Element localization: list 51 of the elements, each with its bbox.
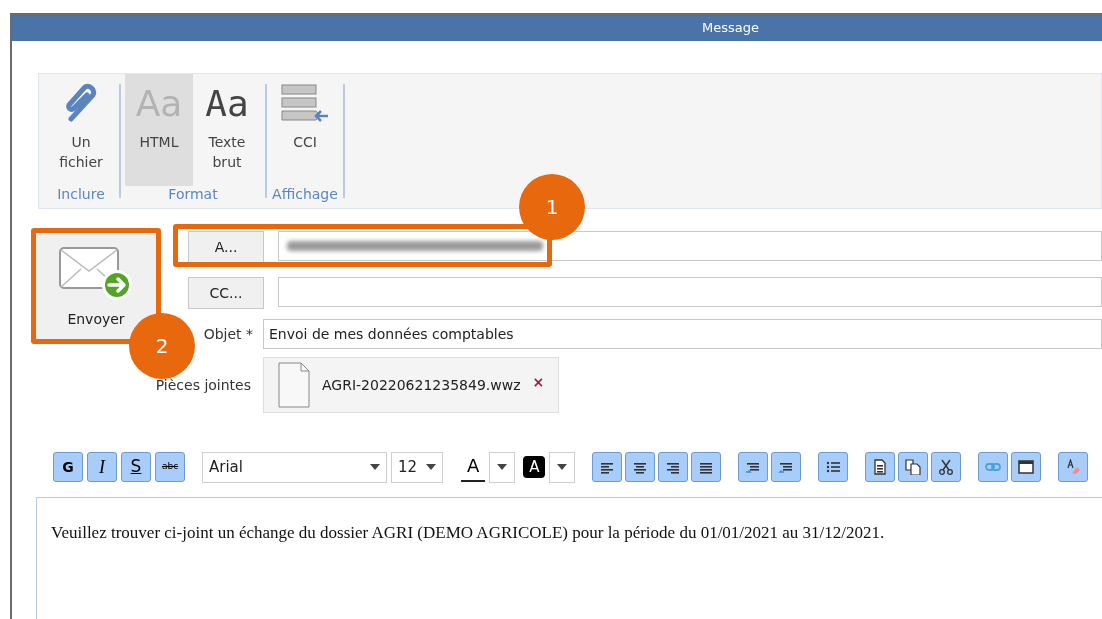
toolbar-button[interactable]: [592, 452, 623, 482]
caret-icon: [557, 464, 568, 470]
style-button[interactable]: abc: [155, 452, 185, 482]
bullet-list-icon: [825, 459, 842, 475]
style-button[interactable]: G: [53, 452, 83, 482]
toolbar-button[interactable]: [818, 452, 849, 482]
file-name: AGRI-20220621235849.wwz: [322, 375, 521, 395]
toolbar-button[interactable]: [625, 452, 656, 482]
ribbon-button[interactable]: Aa Texte brut: [193, 74, 261, 186]
toolbar-button[interactable]: [865, 452, 896, 482]
remove-button[interactable]: ×: [532, 371, 545, 393]
recipient-field[interactable]: [278, 231, 1102, 261]
image-icon: [1018, 459, 1035, 475]
style-button[interactable]: S: [121, 452, 151, 482]
caret-icon: [497, 464, 508, 470]
dropdown-button[interactable]: [549, 451, 576, 483]
clear-format-icon: [1065, 459, 1082, 475]
message-text: Veuillez trouver ci-joint un échange du dossier AGRI (DEMO AGRICOLE) pour la période du 01/01/2021 au 31/12/2021.: [51, 522, 886, 544]
dropdown-button[interactable]: [489, 451, 516, 483]
text-color-button[interactable]: A: [461, 452, 486, 482]
size-dropdown[interactable]: 12: [391, 451, 443, 483]
subject-label: Objet *: [202, 324, 254, 344]
caret-icon: [426, 464, 436, 470]
ribbon-button[interactable]: Un fichier: [47, 74, 115, 186]
caret-icon: [370, 464, 380, 470]
toolbar-button[interactable]: [691, 452, 722, 482]
highlight-color-button[interactable]: A: [523, 456, 546, 478]
callout-badge: 2: [129, 313, 195, 379]
window-title: Message: [702, 19, 759, 38]
format-glyph: Aa: [205, 86, 249, 122]
cut-icon: [938, 459, 955, 475]
group-label: Format: [168, 185, 218, 204]
subject-field[interactable]: Envoi de mes données comptables: [263, 319, 1102, 349]
recipient-button[interactable]: A...: [188, 231, 264, 263]
style-button[interactable]: I: [87, 452, 117, 482]
group-label: Affichage: [272, 185, 338, 204]
recipient-field[interactable]: [278, 277, 1102, 307]
file-icon: [278, 362, 310, 408]
toolbar-button[interactable]: [738, 452, 769, 482]
toolbar-button[interactable]: [658, 452, 689, 482]
group-label: Inclure: [57, 185, 105, 204]
recipient-button[interactable]: CC...: [188, 277, 264, 309]
toolbar-button[interactable]: [771, 452, 802, 482]
paste-icon: [872, 459, 889, 475]
font-dropdown[interactable]: Arial: [202, 451, 387, 483]
toolbar-button[interactable]: [1011, 452, 1042, 482]
message-editor[interactable]: Veuillez trouver ci-joint un échange du dossier AGRI (DEMO AGRICOLE) pour la période du 01/01/2021 au 31/12/2021.: [36, 497, 1102, 619]
toolbar-button[interactable]: [931, 452, 962, 482]
ribbon-button[interactable]: CCI: [271, 74, 339, 186]
copy-icon: [905, 459, 922, 475]
attachment-chip[interactable]: AGRI-20220621235849.wwz ×: [263, 357, 560, 413]
